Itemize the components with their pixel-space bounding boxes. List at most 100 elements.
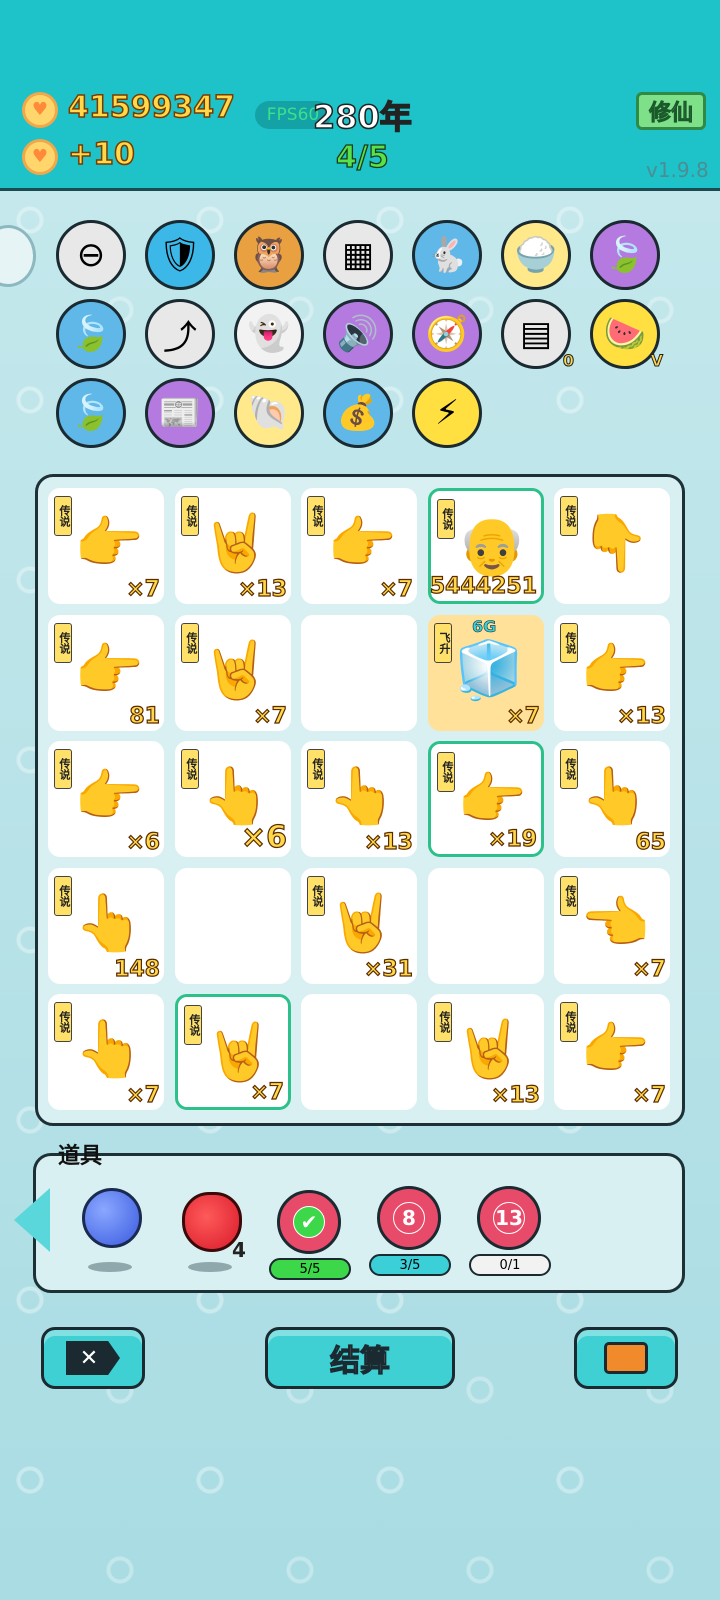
- rice-bowl-icon[interactable]: 🍚: [501, 220, 571, 290]
- prop-progress-pill: 0/1: [469, 1254, 551, 1276]
- money-bag-icon[interactable]: 💰: [323, 378, 393, 448]
- fruit-basket-icon[interactable]: 🍉 V: [590, 299, 664, 371]
- rarity-tag: 传说: [560, 749, 578, 789]
- board-cell[interactable]: 传说 👈 ×7: [554, 868, 670, 984]
- rarity-tag: 传说: [181, 496, 199, 536]
- board-cell[interactable]: 传说 🤘 ×7: [175, 615, 291, 731]
- time-magazine-icon[interactable]: 📰: [145, 378, 215, 448]
- rarity-tag: 传说: [184, 1005, 202, 1045]
- briefcase-button[interactable]: [574, 1327, 678, 1389]
- rarity-tag: 飞升: [434, 623, 452, 663]
- hand-piece-icon: 👉: [74, 511, 144, 576]
- shell-icon[interactable]: 🐚: [234, 378, 304, 448]
- rarity-tag: 传说: [54, 1002, 72, 1042]
- board-cell[interactable]: 传说 👇: [554, 488, 670, 604]
- board-cell[interactable]: 传说 👉 ×19: [428, 741, 544, 857]
- settle-button[interactable]: 结算: [265, 1327, 455, 1389]
- board-cell[interactable]: [428, 868, 544, 984]
- owl-glasses-icon[interactable]: 🦉: [234, 220, 304, 290]
- coin-icon: ♥: [22, 92, 58, 128]
- check-target-icon[interactable]: ✔: [277, 1190, 341, 1254]
- shield-wrench-icon[interactable]: 🛡: [145, 220, 215, 290]
- scroll-left-arrow-icon[interactable]: [14, 1188, 50, 1252]
- egg-tray-icon[interactable]: ▤ 0: [501, 299, 575, 371]
- rarity-tag: 传说: [54, 876, 72, 916]
- version-label: v1.9.8: [646, 158, 709, 182]
- hand-piece-icon: 👆: [74, 891, 144, 956]
- rarity-tag: 传说: [54, 623, 72, 663]
- piece-count: ×7: [632, 956, 667, 982]
- item-shadow: [188, 1262, 232, 1272]
- board-cell[interactable]: 传说 👆 65: [554, 741, 670, 857]
- board-cell[interactable]: 飞升 6G 🧊 ×7: [428, 615, 544, 731]
- target-8-icon[interactable]: 8: [377, 1186, 441, 1250]
- cubes-icon[interactable]: ▦: [323, 220, 393, 290]
- board-cell[interactable]: 传说 👆 ×7: [48, 994, 164, 1110]
- rarity-tag: 传说: [437, 752, 455, 792]
- item-shadow: [88, 1262, 132, 1272]
- rarity-tag: 传说: [560, 496, 578, 536]
- rarity-tag: 传说: [560, 623, 578, 663]
- target-8-label: 8: [394, 1203, 424, 1233]
- arrow-up-icon[interactable]: ⤴: [145, 299, 215, 369]
- piece-count: ×7: [253, 703, 288, 729]
- hand-piece-icon: 🤘: [454, 1017, 524, 1082]
- rarity-tag: 传说: [307, 749, 325, 789]
- hand-piece-icon: 🤘: [327, 891, 397, 956]
- board-cell[interactable]: 传说 👉 ×7: [48, 488, 164, 604]
- hand-piece-icon: 👉: [74, 638, 144, 703]
- board-cell[interactable]: [301, 994, 417, 1110]
- piece-count: 148: [113, 956, 160, 982]
- leaf-icon[interactable]: 🍃: [56, 378, 126, 448]
- board-cell[interactable]: [175, 868, 291, 984]
- piece-count: ×7: [379, 576, 414, 602]
- skill-badge: V: [650, 351, 663, 371]
- board-cell[interactable]: 传说 👉 ×6: [48, 741, 164, 857]
- board-cell[interactable]: 传说 🤘 ×13: [428, 994, 544, 1110]
- stage-progress: 4/5: [335, 139, 389, 175]
- speaker-ghost-icon[interactable]: 🔊: [323, 299, 393, 369]
- leaf-icon[interactable]: 🍃: [56, 299, 126, 369]
- piece-count: ×13: [490, 1082, 540, 1108]
- board-cell[interactable]: 传说 🤘 ×13: [175, 488, 291, 604]
- piece-count: ×7: [632, 1082, 667, 1108]
- rabbit-icon[interactable]: 🐇: [412, 220, 482, 290]
- rarity-tag: 传说: [560, 876, 578, 916]
- ghost-icon[interactable]: 👻: [234, 299, 304, 369]
- piece-count: ×19: [487, 826, 537, 852]
- rarity-tag: 传说: [54, 496, 72, 536]
- props-title: 道具: [58, 1144, 103, 1169]
- board-cell[interactable]: 传说 👉 ×13: [554, 615, 670, 731]
- cultivate-button[interactable]: 修仙: [636, 92, 706, 130]
- piece-count: ×7: [126, 1082, 161, 1108]
- board-cell[interactable]: 传说 👆 148: [48, 868, 164, 984]
- piece-count: ×6: [240, 819, 287, 855]
- rarity-tag: 传说: [437, 499, 455, 539]
- blueberry-icon[interactable]: [82, 1188, 142, 1248]
- lightning-icon[interactable]: ⚡: [412, 378, 482, 448]
- leaf-icon[interactable]: 🍃: [590, 220, 660, 290]
- board-cell[interactable]: 传说 🤘 ×31: [301, 868, 417, 984]
- minus-circle-icon[interactable]: ⊖: [56, 220, 126, 290]
- piece-count: ×13: [237, 576, 287, 602]
- piece-count: ×7: [250, 1079, 285, 1105]
- board-cell[interactable]: 传说 👆 ×13: [301, 741, 417, 857]
- board-cell[interactable]: 传说 👉 ×7: [301, 488, 417, 604]
- board-cell[interactable]: 传说 👉 ×7: [554, 994, 670, 1110]
- target-13-icon[interactable]: 13: [477, 1186, 541, 1250]
- board-cell[interactable]: 传说 🤘 ×7: [175, 994, 291, 1110]
- board-cell[interactable]: 传说 👉 81: [48, 615, 164, 731]
- board-cell[interactable]: 传说 👆 ×6: [175, 741, 291, 857]
- compass-icon[interactable]: 🧭: [412, 299, 482, 369]
- year-counter: 280年: [312, 97, 412, 137]
- coin-icon: ♥: [22, 139, 58, 175]
- board-cell[interactable]: [301, 615, 417, 731]
- briefcase-icon: [604, 1342, 648, 1374]
- piece-count: 65: [635, 829, 667, 855]
- rarity-tag: 传说: [54, 749, 72, 789]
- board-cell[interactable]: 传说 👴 5444251: [428, 488, 544, 604]
- hand-piece-icon: 👉: [327, 511, 397, 576]
- rarity-tag: 传说: [307, 876, 325, 916]
- hand-piece-icon: 👉: [457, 767, 527, 832]
- close-button[interactable]: ✕: [41, 1327, 145, 1389]
